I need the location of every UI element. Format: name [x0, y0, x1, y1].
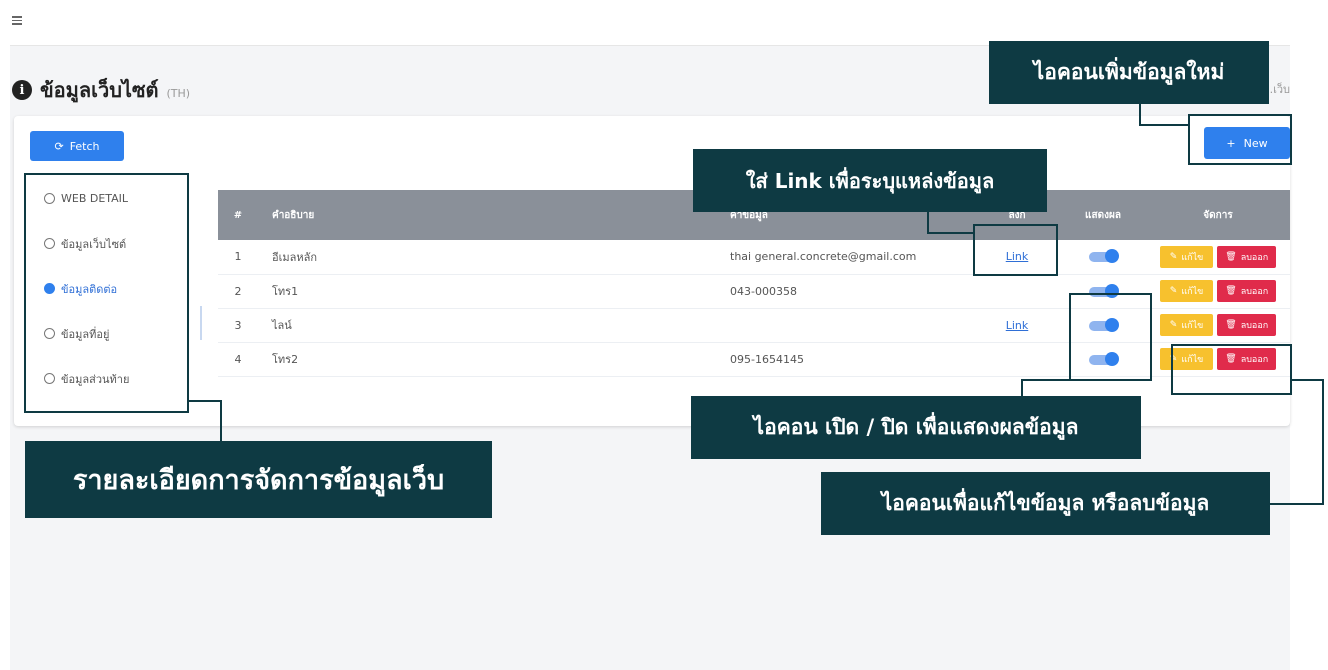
connector-line	[1322, 379, 1324, 505]
annotation-edit-delete: ไอคอนเพื่อแก้ไขข้อมูล หรือลบข้อมูล	[821, 472, 1270, 535]
row-value: thai general.concrete@gmail.com	[716, 240, 974, 275]
connector-line	[220, 400, 222, 442]
edit-label: แก้ไข	[1181, 321, 1204, 331]
connector-line	[188, 400, 222, 402]
connector-line	[1021, 379, 1023, 397]
row-number: 4	[218, 342, 258, 377]
row-link[interactable]: Link	[1006, 319, 1029, 332]
sidebar-scrollbar[interactable]	[200, 306, 202, 340]
display-toggle[interactable]	[1089, 249, 1119, 264]
row-description: โทร2	[258, 342, 716, 377]
pencil-icon: ✎	[1169, 251, 1178, 262]
annotation-toggle-display: ไอคอน เปิด / ปิด เพื่อแสดงผลข้อมูล	[691, 396, 1141, 459]
row-display-cell	[1060, 240, 1146, 275]
row-value	[716, 308, 974, 343]
trash-icon: 🗑	[1225, 320, 1237, 330]
highlight-new-button	[1188, 114, 1292, 165]
table-row: 1 อีเมลหลัก thai general.concrete@gmail.…	[218, 240, 1290, 275]
connector-line	[1270, 503, 1324, 505]
highlight-link-cell	[973, 224, 1058, 276]
fetch-button[interactable]: ⟳ Fetch	[30, 131, 124, 161]
edit-button[interactable]: ✎ แก้ไข	[1159, 280, 1214, 302]
col-display-header: แสดงผล	[1060, 190, 1146, 240]
pencil-icon: ✎	[1169, 286, 1178, 296]
col-number-header: #	[218, 190, 258, 240]
row-link-cell	[974, 342, 1060, 377]
connector-line	[1139, 104, 1141, 126]
row-link-cell: Link	[974, 308, 1060, 343]
top-bar	[10, 0, 1290, 46]
delete-button[interactable]: 🗑 ลบออก	[1217, 314, 1277, 336]
refresh-icon: ⟳	[54, 139, 64, 153]
annotation-sidebar-detail: รายละเอียดการจัดการข้อมูลเว็บ	[25, 441, 492, 518]
hamburger-menu-icon[interactable]	[12, 16, 22, 25]
info-icon: i	[12, 80, 32, 100]
connector-line	[1139, 124, 1189, 126]
highlight-action-buttons	[1171, 344, 1292, 395]
row-actions: ✎ แก้ไข 🗑 ลบออก	[1146, 308, 1290, 343]
delete-label: ลบออก	[1240, 252, 1269, 263]
row-number: 2	[218, 274, 258, 309]
edit-button[interactable]: ✎ แก้ไข	[1159, 245, 1214, 268]
connector-line	[1291, 379, 1324, 381]
row-value: 043-000358	[716, 274, 974, 309]
row-actions: ✎ แก้ไข 🗑 ลบออก	[1146, 274, 1290, 309]
connector-line	[927, 232, 974, 234]
row-link-cell	[974, 274, 1060, 309]
edit-label: แก้ไข	[1181, 287, 1204, 297]
edit-label: แก้ไข	[1181, 252, 1204, 263]
annotation-link-source: ใส่ Link เพื่อระบุแหล่งข้อมูล	[693, 149, 1047, 212]
row-value: 095-1654145	[716, 342, 974, 377]
row-description: อีเมลหลัก	[258, 240, 716, 275]
page-title-text: ข้อมูลเว็บไซต์	[40, 78, 159, 102]
highlight-sidebar	[24, 173, 189, 413]
row-actions: ✎ แก้ไข 🗑 ลบออก	[1146, 240, 1290, 275]
fetch-label: Fetch	[69, 139, 100, 153]
highlight-toggle-column	[1069, 293, 1152, 381]
row-number: 1	[218, 240, 258, 275]
row-description: ไลน์	[258, 308, 716, 343]
trash-icon: 🗑	[1225, 286, 1237, 296]
row-description: โทร1	[258, 274, 716, 309]
trash-icon: 🗑	[1225, 251, 1237, 262]
connector-line	[927, 212, 929, 234]
pencil-icon: ✎	[1169, 320, 1178, 330]
page-title-language: (TH)	[166, 86, 191, 100]
connector-line	[1021, 379, 1071, 381]
annotation-add-new: ไอคอนเพิ่มข้อมูลใหม่	[989, 41, 1269, 104]
delete-label: ลบออก	[1240, 287, 1269, 297]
edit-button[interactable]: ✎ แก้ไข	[1159, 314, 1214, 336]
col-description-header: คำอธิบาย	[258, 190, 716, 240]
page-title: i ข้อมูลเว็บไซต์ (TH)	[12, 74, 190, 106]
delete-label: ลบออก	[1240, 321, 1269, 331]
col-actions-header: จัดการ	[1146, 190, 1290, 240]
row-number: 3	[218, 308, 258, 343]
delete-button[interactable]: 🗑 ลบออก	[1217, 280, 1277, 302]
delete-button[interactable]: 🗑 ลบออก	[1217, 245, 1277, 268]
